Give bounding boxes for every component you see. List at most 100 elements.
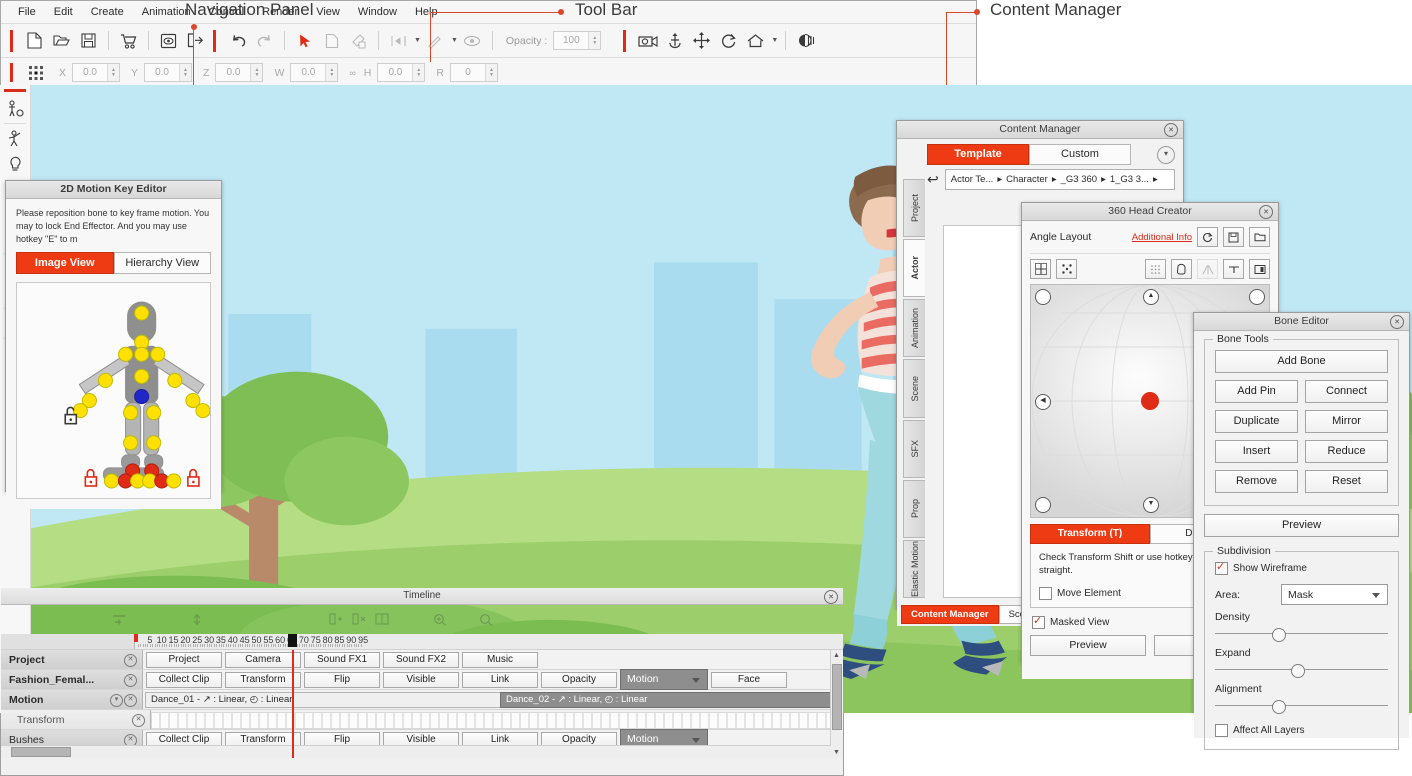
preview-button[interactable]: Preview	[1030, 635, 1146, 656]
pivot-grid-icon[interactable]	[23, 60, 48, 85]
r-stepper[interactable]: 0 ▲ ▼	[449, 63, 498, 82]
z-value[interactable]: 0.0	[216, 65, 250, 80]
z-stepper[interactable]: 0.0 ▲ ▼	[215, 63, 264, 82]
playhead[interactable]	[292, 650, 294, 758]
clip-face[interactable]: Face	[711, 671, 787, 688]
scroll-up-icon[interactable]: ▲	[833, 652, 840, 659]
mirror-button[interactable]: Mirror	[1305, 410, 1388, 433]
clip-camera[interactable]: Camera	[225, 651, 301, 668]
breadcrumb-item-2[interactable]: _G3 360	[1061, 174, 1097, 185]
area-select[interactable]: Mask	[1281, 584, 1388, 605]
close-icon[interactable]	[1390, 315, 1404, 329]
scrollbar-thumb[interactable]	[11, 747, 71, 757]
track-name-motion-1[interactable]: Motion ▾ ✕	[1, 690, 143, 709]
angle-node-bottom[interactable]: ▼	[1143, 497, 1159, 513]
anchor-icon[interactable]	[662, 28, 687, 53]
x-stepper[interactable]: 0.0 ▲ ▼	[72, 63, 121, 82]
transform-grip[interactable]	[10, 63, 13, 82]
slider-knob[interactable]	[1272, 700, 1287, 714]
save-icon[interactable]	[1223, 227, 1244, 247]
visibility-eye-icon[interactable]	[460, 28, 485, 53]
collapse-all-icon[interactable]	[186, 608, 208, 630]
track-motion-bars-1[interactable]: Dance_01 - ↗ : Linear, ◴ : Linear Dance_…	[143, 690, 843, 709]
chevron-down-icon[interactable]: ▼	[771, 37, 778, 44]
move-icon[interactable]	[689, 28, 714, 53]
menu-item-window[interactable]: Window	[349, 4, 406, 20]
clip-project[interactable]: Project	[146, 651, 222, 668]
menu-item-file[interactable]: File	[9, 4, 45, 20]
connect-button[interactable]: Connect	[1305, 380, 1388, 403]
menu-item-create[interactable]: Create	[82, 4, 133, 20]
stepper-arrows[interactable]: ▲ ▼	[107, 64, 120, 81]
tab-image-view[interactable]: Image View	[16, 252, 114, 274]
measure-icon[interactable]	[423, 28, 448, 53]
density-slider[interactable]	[1215, 627, 1388, 642]
align-icon[interactable]	[386, 28, 411, 53]
h-value[interactable]: 0.0	[378, 65, 412, 80]
table-row[interactable]: Transform ✕	[1, 710, 843, 730]
show-wireframe-checkbox[interactable]: Show Wireframe	[1215, 560, 1388, 575]
chevron-down-icon[interactable]: ▾	[110, 694, 123, 707]
track-name-fashion-female[interactable]: Fashion_Femal... ✕	[1, 670, 143, 689]
stepper-arrows[interactable]: ▲ ▼	[250, 64, 263, 81]
back-arrow-icon[interactable]: ↩	[927, 171, 939, 188]
close-icon[interactable]: ✕	[124, 674, 137, 687]
layout-panel-icon[interactable]	[1249, 259, 1270, 279]
paste-style-icon[interactable]	[346, 28, 371, 53]
close-icon[interactable]	[824, 590, 838, 604]
mirror-icon[interactable]	[1197, 259, 1218, 279]
sidebar-item-elastic-motion[interactable]: Elastic Motion	[903, 539, 925, 598]
vertical-scrollbar[interactable]: ▲ ▼	[830, 650, 843, 758]
tab-transform[interactable]: Transform (T)	[1030, 524, 1150, 544]
add-bone-button[interactable]: Add Bone	[1215, 350, 1388, 373]
chevron-down-icon[interactable]: ▼	[451, 37, 458, 44]
add-key-icon[interactable]	[108, 608, 130, 630]
alignment-slider[interactable]	[1215, 699, 1388, 714]
undo-icon[interactable]	[225, 28, 250, 53]
redo-icon[interactable]	[252, 28, 277, 53]
sidebar-item-scene[interactable]: Scene	[903, 359, 925, 418]
zoom-reset-icon[interactable]	[475, 608, 497, 630]
sidebar-item-project[interactable]: Project	[903, 179, 925, 238]
import-cart-icon[interactable]	[116, 28, 141, 53]
duplicate-button[interactable]: Duplicate	[1215, 410, 1298, 433]
open-folder-icon[interactable]	[1249, 227, 1270, 247]
w-value[interactable]: 0.0	[291, 65, 325, 80]
tab-hierarchy-view[interactable]: Hierarchy View	[113, 252, 211, 274]
clip-sound-fx2[interactable]: Sound FX2	[383, 651, 459, 668]
checkbox-box[interactable]	[1032, 614, 1045, 629]
bulb-light-icon[interactable]	[3, 151, 27, 176]
breadcrumb-item-1[interactable]: Character	[1006, 174, 1048, 185]
angle-node-top-left[interactable]	[1035, 289, 1051, 305]
stepper-arrows[interactable]: ▲ ▼	[484, 64, 497, 81]
rotate-icon[interactable]	[716, 28, 741, 53]
close-icon[interactable]	[1164, 123, 1178, 137]
zoom-in-icon[interactable]	[429, 608, 451, 630]
expand-slider[interactable]	[1215, 663, 1388, 678]
angle-node-top-right[interactable]	[1249, 289, 1265, 305]
link-chain-icon[interactable]: ∞	[349, 68, 355, 78]
stepper-arrows[interactable]: ▲ ▼	[588, 32, 601, 49]
insert-frame-icon[interactable]	[325, 608, 347, 630]
x-value[interactable]: 0.0	[73, 65, 107, 80]
preview-eye-icon[interactable]	[156, 28, 181, 53]
clip-music[interactable]: Music	[462, 651, 538, 668]
open-folder-icon[interactable]	[49, 28, 74, 53]
reset-rotate-icon[interactable]	[1197, 227, 1218, 247]
delete-frame-icon[interactable]	[348, 608, 370, 630]
sidebar-item-sfx[interactable]: SFX	[903, 419, 925, 478]
insert-button[interactable]: Insert	[1215, 440, 1298, 463]
horizontal-scrollbar[interactable]	[1, 745, 831, 758]
preview-button[interactable]: Preview	[1204, 514, 1399, 537]
table-row[interactable]: Fashion_Femal... ✕ Collect Clip Transfor…	[1, 669, 843, 690]
close-icon[interactable]: ✕	[124, 654, 137, 667]
y-stepper[interactable]: 0.0 ▲ ▼	[144, 63, 193, 82]
pose-icon[interactable]	[3, 126, 27, 151]
menu-item-edit[interactable]: Edit	[45, 4, 82, 20]
clip-opacity[interactable]: Opacity	[541, 671, 617, 688]
clip-visible[interactable]: Visible	[383, 671, 459, 688]
reset-button[interactable]: Reset	[1305, 470, 1388, 493]
breadcrumb-item-3[interactable]: 1_G3 3...	[1110, 174, 1149, 185]
clip-motion[interactable]: Motion	[620, 669, 708, 690]
opacity-stepper[interactable]: 100 ▲ ▼	[553, 31, 602, 50]
